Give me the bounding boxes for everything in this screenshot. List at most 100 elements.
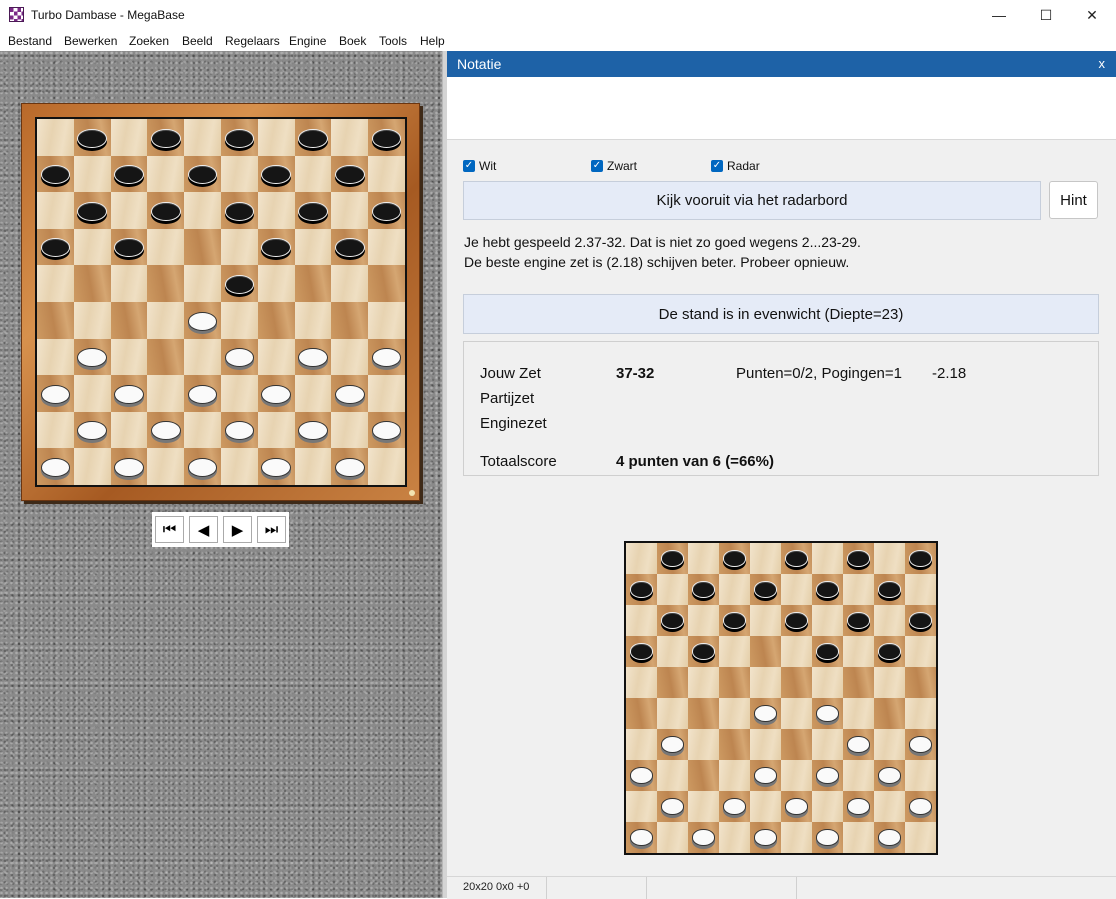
white-piece[interactable] [371,421,402,441]
menu-help[interactable]: Help [420,34,445,48]
board-square[interactable] [750,574,781,605]
black-piece[interactable] [40,238,71,258]
checkbox-radar[interactable]: ✓ Radar [711,159,760,173]
board-square[interactable] [626,574,657,605]
last-move-button[interactable]: ⏭ [257,516,286,543]
black-piece[interactable] [723,612,746,629]
board-square[interactable] [812,760,843,791]
board-square[interactable] [781,791,812,822]
black-piece[interactable] [77,128,107,148]
lookahead-button[interactable]: Kijk vooruit via het radarbord [463,181,1041,220]
board-square[interactable] [657,791,688,822]
board-square[interactable] [874,698,905,729]
evaluation-button[interactable]: De stand is in evenwicht (Diepte=23) [463,294,1099,334]
black-piece[interactable] [723,550,746,567]
board-square[interactable] [874,636,905,667]
black-piece[interactable] [371,201,402,221]
menu-bestand[interactable]: Bestand [8,34,52,48]
white-piece[interactable] [847,736,870,753]
black-piece[interactable] [816,643,839,660]
first-move-button[interactable]: ⏮ [155,516,184,543]
black-piece[interactable] [40,165,71,185]
black-piece[interactable] [335,238,365,258]
menu-beeld[interactable]: Beeld [182,34,213,48]
board-square[interactable] [812,698,843,729]
board-square[interactable] [688,822,719,853]
white-piece[interactable] [371,348,402,368]
board-square[interactable] [73,411,111,449]
white-piece[interactable] [847,798,870,815]
white-piece[interactable] [187,384,218,404]
board-square[interactable] [750,822,781,853]
white-piece[interactable] [298,421,328,441]
white-piece[interactable] [754,705,777,722]
board-square[interactable] [812,574,843,605]
board-square[interactable] [905,543,936,574]
board-square[interactable] [626,698,657,729]
checkbox-wit[interactable]: ✓ Wit [463,159,496,173]
board-square[interactable] [184,228,221,266]
board-square[interactable] [812,636,843,667]
board-square[interactable] [905,791,936,822]
board-square[interactable] [331,375,369,412]
black-piece[interactable] [224,274,255,294]
white-piece[interactable] [661,798,684,815]
menu-tools[interactable]: Tools [379,34,407,48]
board-square[interactable] [147,338,185,376]
board-square[interactable] [257,155,295,193]
board-square[interactable] [719,543,750,574]
white-piece[interactable] [816,829,839,846]
board-square[interactable] [719,791,750,822]
black-piece[interactable] [630,643,653,660]
board-square[interactable] [781,667,812,698]
board-square[interactable] [368,192,405,229]
menu-zoeken[interactable]: Zoeken [129,34,169,48]
main-board[interactable] [35,117,407,487]
notation-area[interactable] [447,77,1116,140]
white-piece[interactable] [692,829,715,846]
black-piece[interactable] [754,581,777,598]
checkbox-zwart[interactable]: ✓ Zwart [591,159,637,173]
white-piece[interactable] [816,705,839,722]
white-piece[interactable] [224,421,255,441]
black-piece[interactable] [261,238,291,258]
board-square[interactable] [184,301,221,339]
board-square[interactable] [73,338,111,376]
board-square[interactable] [905,667,936,698]
board-square[interactable] [331,155,369,193]
board-square[interactable] [110,375,148,412]
white-piece[interactable] [114,457,144,477]
black-piece[interactable] [909,612,932,629]
white-piece[interactable] [630,829,653,846]
white-piece[interactable] [224,348,255,368]
white-piece[interactable] [878,767,901,784]
white-piece[interactable] [335,384,365,404]
black-piece[interactable] [785,612,808,629]
board-square[interactable] [220,338,258,376]
board-square[interactable] [688,636,719,667]
board-square[interactable] [874,574,905,605]
black-piece[interactable] [847,612,870,629]
white-piece[interactable] [878,829,901,846]
board-square[interactable] [294,192,332,229]
board-square[interactable] [37,448,74,485]
black-piece[interactable] [261,165,291,185]
board-square[interactable] [843,543,874,574]
board-square[interactable] [626,822,657,853]
white-piece[interactable] [261,384,291,404]
black-piece[interactable] [224,201,255,221]
minimize-button[interactable]: — [976,0,1022,30]
black-piece[interactable] [661,550,684,567]
white-piece[interactable] [40,384,71,404]
board-square[interactable] [719,729,750,760]
board-square[interactable] [843,791,874,822]
board-square[interactable] [657,605,688,636]
board-square[interactable] [626,636,657,667]
black-piece[interactable] [151,128,181,148]
board-square[interactable] [331,228,369,266]
board-square[interactable] [73,192,111,229]
black-piece[interactable] [692,643,715,660]
board-square[interactable] [110,301,148,339]
black-piece[interactable] [187,165,218,185]
black-piece[interactable] [630,581,653,598]
